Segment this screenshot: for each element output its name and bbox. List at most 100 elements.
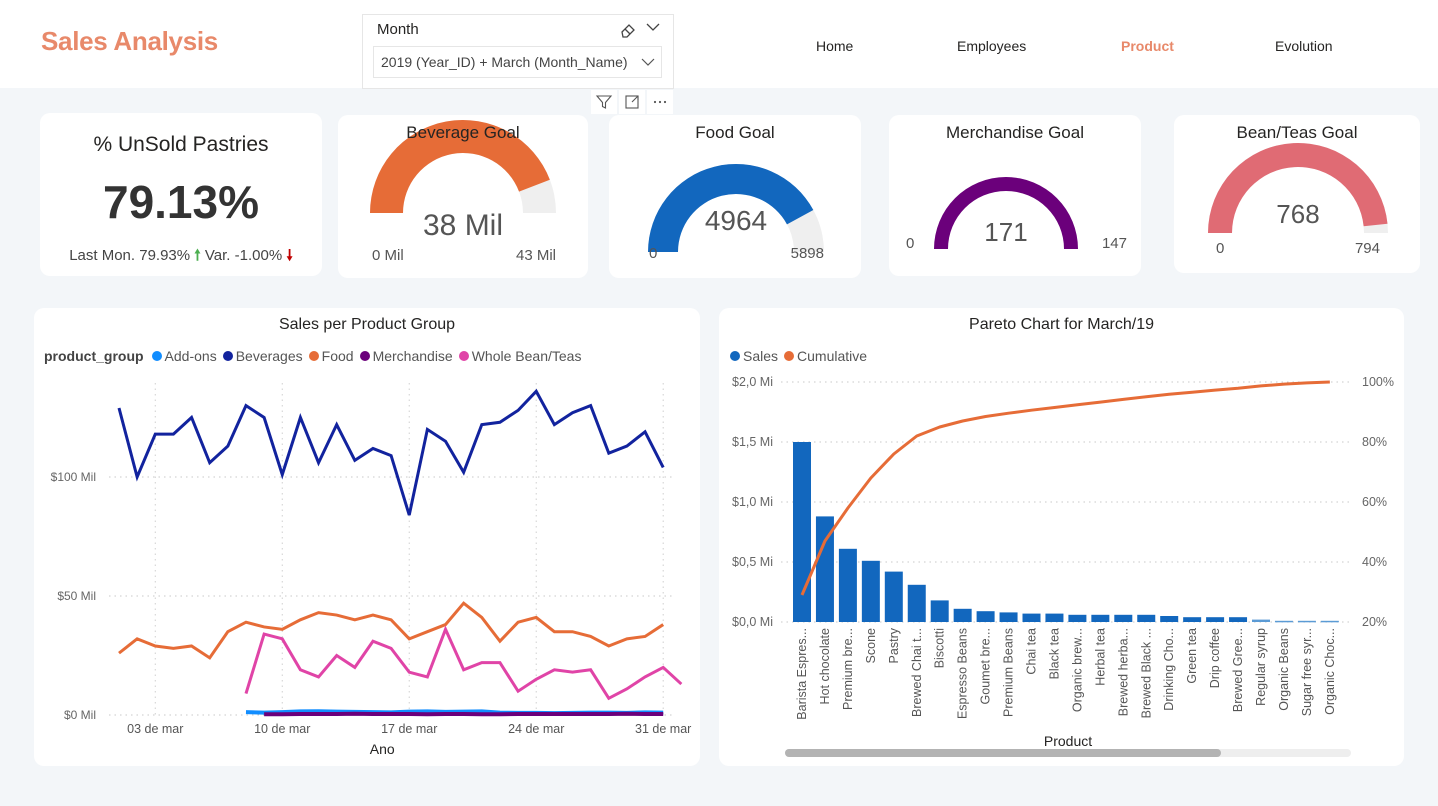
x-tick-label: Goumet bre... (979, 628, 993, 704)
bar-sales[interactable] (1320, 620, 1339, 623)
bar-sales[interactable] (884, 571, 903, 622)
x-axis-title: Product (1044, 733, 1092, 749)
eraser-icon[interactable] (619, 21, 637, 39)
report-header: Sales Analysis Home Employees Product Ev… (0, 0, 1438, 88)
x-tick-label: 03 de mar (127, 722, 183, 736)
bar-sales[interactable] (1297, 620, 1316, 623)
bar-sales[interactable] (1160, 616, 1179, 622)
kpi-unsold-pastries-card: % UnSold Pastries 79.13% Last Mon. 79.93… (40, 113, 322, 276)
bar-sales[interactable] (976, 611, 995, 622)
y-tick-label-right: 40% (1362, 555, 1387, 569)
gauge-min-label: 0 Mil (372, 247, 404, 264)
bar-sales[interactable] (930, 600, 949, 622)
bar-sales[interactable] (838, 548, 857, 622)
pareto-chart: Pareto Chart for March/19 Sales Cumulati… (719, 308, 1404, 766)
bar-sales[interactable] (861, 560, 880, 622)
nav-evolution[interactable]: Evolution (1275, 38, 1333, 54)
x-tick-label: Organic Beans (1277, 628, 1291, 711)
nav-product[interactable]: Product (1121, 38, 1174, 54)
x-tick-label: 31 de mar (635, 722, 691, 736)
chevron-down-icon[interactable] (645, 19, 661, 35)
gauge-max-label: 147 (1102, 235, 1127, 252)
report-title: Sales Analysis (41, 26, 218, 56)
more-options-icon (653, 100, 667, 104)
line-chart-plot: $0 Mil $50 Mil $100 Mil 03 de mar 10 de mar 1… (51, 383, 691, 757)
x-tick-label: Premium Beans (1002, 628, 1016, 717)
more-options-button[interactable] (647, 90, 673, 114)
x-tick-label: Biscotti (933, 628, 947, 668)
x-tick-label: Brewed Gree... (1231, 628, 1245, 712)
focus-mode-icon (625, 95, 639, 109)
x-tick-label: Black tea (1047, 628, 1061, 679)
x-tick-label: 24 de mar (508, 722, 564, 736)
bar-sales[interactable] (1252, 619, 1270, 622)
y-tick-label: $0 Mil (64, 708, 96, 722)
bar-sales[interactable] (1137, 614, 1156, 622)
y-tick-label-left: $1,0 Mi (732, 495, 773, 509)
filter-button[interactable] (591, 90, 617, 114)
kpi-comparison: Last Mon. 79.93% 🠕 Var. -1.00% 🠗 (40, 245, 322, 270)
gauge-min-label: 0 (1216, 240, 1224, 257)
bar-sales[interactable] (1229, 617, 1248, 622)
nav-employees[interactable]: Employees (957, 38, 1026, 54)
y-tick-label-left: $2,0 Mi (732, 375, 773, 389)
kpi-title: % UnSold Pastries (93, 133, 269, 156)
bar-sales[interactable] (1183, 617, 1202, 622)
gauge-merchandise-goal: 171 0 147 Merchandise Goal (889, 115, 1141, 276)
x-tick-label: Organic Choc... (1323, 628, 1337, 715)
kpi-variance: Var. -1.00% (204, 247, 283, 264)
y-tick-label-right: 20% (1362, 615, 1387, 629)
gauge-title: Food Goal (695, 123, 775, 142)
sales-per-product-group-chart: Sales per Product Group product_group Ad… (34, 308, 700, 766)
y-tick-label-left: $0,0 Mi (732, 615, 773, 629)
gauge-title: Beverage Goal (406, 123, 520, 142)
x-tick-label: Barista Espres... (795, 628, 809, 720)
x-tick-label: Herbal tea (1093, 628, 1107, 686)
x-tick-label: Scone (864, 628, 878, 663)
kpi-last-month: Last Mon. 79.93% (69, 247, 191, 264)
x-tick-label: Brewed herba... (1116, 628, 1130, 716)
gauge-max-label: 43 Mil (516, 247, 556, 264)
bar-sales[interactable] (1022, 613, 1041, 622)
slicer-dropdown[interactable]: 2019 (Year_ID) + March (Month_Name) (373, 46, 662, 78)
bar-sales[interactable] (953, 608, 972, 622)
bar-sales[interactable] (1206, 617, 1225, 622)
gauge-value: 38 Mil (423, 209, 503, 242)
nav-home[interactable]: Home (816, 38, 853, 54)
gauge-food-goal: 4964 0 5898 Food Goal (609, 115, 861, 278)
series-line-whole-bean-teas[interactable] (244, 625, 683, 701)
x-tick-label: Chai tea (1025, 628, 1039, 675)
y-tick-label-left: $1,5 Mi (732, 435, 773, 449)
x-tick-label: Green tea (1185, 628, 1199, 684)
y-tick-label: $100 Mil (51, 470, 96, 484)
gauge-title: Bean/Teas Goal (1236, 123, 1358, 142)
arrow-down-icon: 🠗 (286, 247, 293, 264)
month-slicer: Month 2019 (Year_ID) + March (Month_Name… (362, 14, 674, 89)
x-tick-label: Regular syrup (1254, 628, 1268, 706)
pareto-chart-plot: $0,0 Mi 20% $0,5 Mi 40% $1,0 Mi 60% $1,5 Mi 80%… (732, 375, 1394, 757)
arrow-up-icon: 🠕 (194, 247, 201, 264)
x-tick-label: Brewed Chai t... (910, 628, 924, 717)
bar-sales[interactable] (907, 584, 926, 622)
x-tick-label: Brewed Black ... (1139, 628, 1153, 718)
bar-sales[interactable] (999, 612, 1018, 622)
focus-mode-button[interactable] (619, 90, 645, 114)
bar-sales[interactable] (1114, 614, 1133, 622)
x-tick-label: 10 de mar (254, 722, 310, 736)
series-line-beverages[interactable] (117, 388, 665, 516)
x-tick-label: Espresso Beans (956, 628, 970, 719)
bar-sales[interactable] (1274, 620, 1293, 623)
kpi-value: 79.13% (102, 176, 259, 228)
gauge-value: 171 (984, 217, 1027, 247)
bar-sales[interactable] (1045, 613, 1064, 622)
bar-sales[interactable] (1091, 614, 1110, 622)
y-tick-label: $50 Mil (57, 589, 96, 603)
scrollbar-thumb[interactable] (785, 749, 1221, 757)
gauge-value: 768 (1276, 199, 1319, 229)
x-axis-title: Ano (370, 741, 395, 757)
bar-sales[interactable] (1068, 614, 1087, 622)
gauge-bean-teas-goal: 768 0 794 Bean/Teas Goal (1174, 115, 1420, 273)
filter-icon (595, 95, 613, 109)
cumulative-line[interactable] (800, 380, 1330, 596)
gauge-beverage-goal: 38 Mil 0 Mil 43 Mil Beverage Goal (338, 115, 588, 278)
